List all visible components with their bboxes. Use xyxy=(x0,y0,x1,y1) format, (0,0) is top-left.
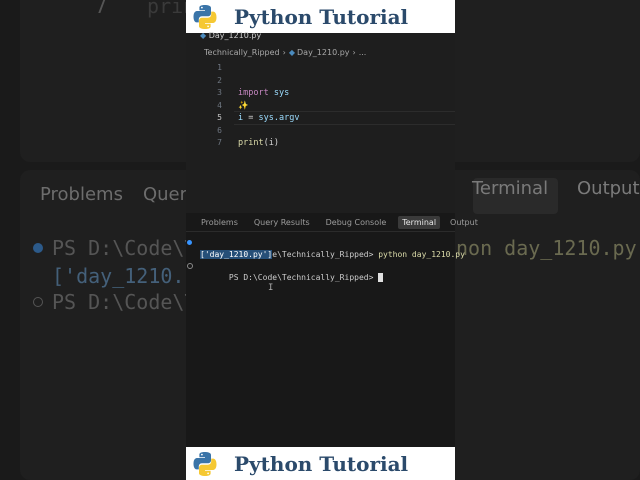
code-line-6[interactable] xyxy=(238,125,299,138)
line-number: 7 xyxy=(217,138,222,147)
bottom-banner: Python Tutorial xyxy=(186,447,455,480)
banner-title: Python Tutorial xyxy=(234,4,409,29)
code-editor[interactable]: ◆ Day_1210.py Technically_Ripped › ◆ Day_12… xyxy=(186,31,455,213)
terminal-line: PS D:\Code\Technically_Ripped> xyxy=(187,260,465,282)
module-name: sys xyxy=(258,113,274,123)
command-pending-dot-icon[interactable] xyxy=(187,263,193,269)
background-term-output: ['day_1210.p xyxy=(52,264,197,288)
line-number: 1 xyxy=(217,63,222,72)
terminal-output[interactable]: PS D:\Code\Technically_Ripped> python da… xyxy=(187,237,465,282)
breadcrumb-file[interactable]: Day_1210.py xyxy=(297,48,350,57)
call-args: (i) xyxy=(263,138,279,148)
terminal-output-text: ['day_1210.py'] xyxy=(200,249,273,259)
line-number: 2 xyxy=(217,75,222,85)
line-number: 4 xyxy=(217,100,222,110)
breadcrumb: Technically_Ripped › ◆ Day_1210.py ›... xyxy=(204,48,366,57)
python-logo-icon xyxy=(193,4,217,29)
file-tab[interactable]: ◆ Day_1210.py xyxy=(200,31,261,40)
code-line-7[interactable]: print(i) xyxy=(238,137,299,150)
tab-terminal[interactable]: Terminal xyxy=(398,215,441,229)
background-status-dot xyxy=(33,297,43,307)
terminal-cursor xyxy=(378,272,384,282)
code-line-1[interactable] xyxy=(238,62,299,75)
sparkle-icon[interactable]: ✨ xyxy=(238,101,249,111)
breadcrumb-more[interactable]: ... xyxy=(359,48,367,57)
module-name: sys xyxy=(268,88,290,98)
chevron-right-icon: › xyxy=(282,48,286,57)
chevron-right-icon: › xyxy=(352,48,356,57)
line-number: 6 xyxy=(217,125,222,135)
bottom-panel: Problems Query Results Debug Console Ter… xyxy=(186,213,478,447)
code-content[interactable]: import sys ✨ i = sys.argv print(i) xyxy=(238,62,299,150)
background-status-dot xyxy=(33,243,43,253)
line-number: 5 xyxy=(217,113,222,122)
panel-tab-bar: Problems Query Results Debug Console Ter… xyxy=(186,213,478,232)
code-line-2[interactable] xyxy=(238,75,299,88)
top-banner: Python Tutorial xyxy=(186,0,455,33)
tab-problems[interactable]: Problems xyxy=(201,218,244,227)
terminal-line: PS D:\Code\Technically_Ripped> python da… xyxy=(187,237,465,259)
background-term-command: non day_1210.py xyxy=(456,236,637,260)
file-tab-label: Day_1210.py xyxy=(208,31,262,40)
tab-query-results[interactable]: Query Results xyxy=(254,218,316,227)
background-term-line: PS D:\Code\T xyxy=(52,236,197,260)
tab-debug-console[interactable]: Debug Console xyxy=(326,218,393,227)
assign-operator: = xyxy=(243,113,259,123)
command-success-dot-icon[interactable] xyxy=(187,240,192,245)
function-print: print xyxy=(238,138,264,148)
background-tabs: Problems Quer xyxy=(40,184,188,205)
tab-output[interactable]: Output xyxy=(450,218,484,227)
python-file-icon: ◆ xyxy=(200,31,207,40)
background-terminal-tab: Terminal xyxy=(472,178,549,199)
line-number-gutter: 1 2 3 4 5 6 7 xyxy=(206,62,222,150)
background-output-tab: Output xyxy=(577,178,640,199)
breadcrumb-folder[interactable]: Technically_Ripped xyxy=(204,48,280,57)
mouse-ibeam-cursor-icon: I xyxy=(268,283,274,293)
attribute-argv: .argv xyxy=(273,113,300,123)
python-file-icon: ◆ xyxy=(288,48,295,57)
banner-title: Python Tutorial xyxy=(234,451,409,476)
line-number: 3 xyxy=(217,88,222,97)
background-term-line: PS D:\Code\T xyxy=(52,290,197,314)
keyword-import: import xyxy=(238,88,269,98)
code-line-3[interactable]: import sys xyxy=(238,87,299,100)
code-line-4[interactable]: ✨ xyxy=(238,100,299,113)
terminal-prompt: PS D:\Code\Technically_Ripped> xyxy=(228,272,379,282)
terminal-line: ['day_1210.py'] xyxy=(200,249,465,261)
code-line-5[interactable]: i = sys.argv xyxy=(238,112,299,125)
python-logo-icon xyxy=(193,451,217,476)
